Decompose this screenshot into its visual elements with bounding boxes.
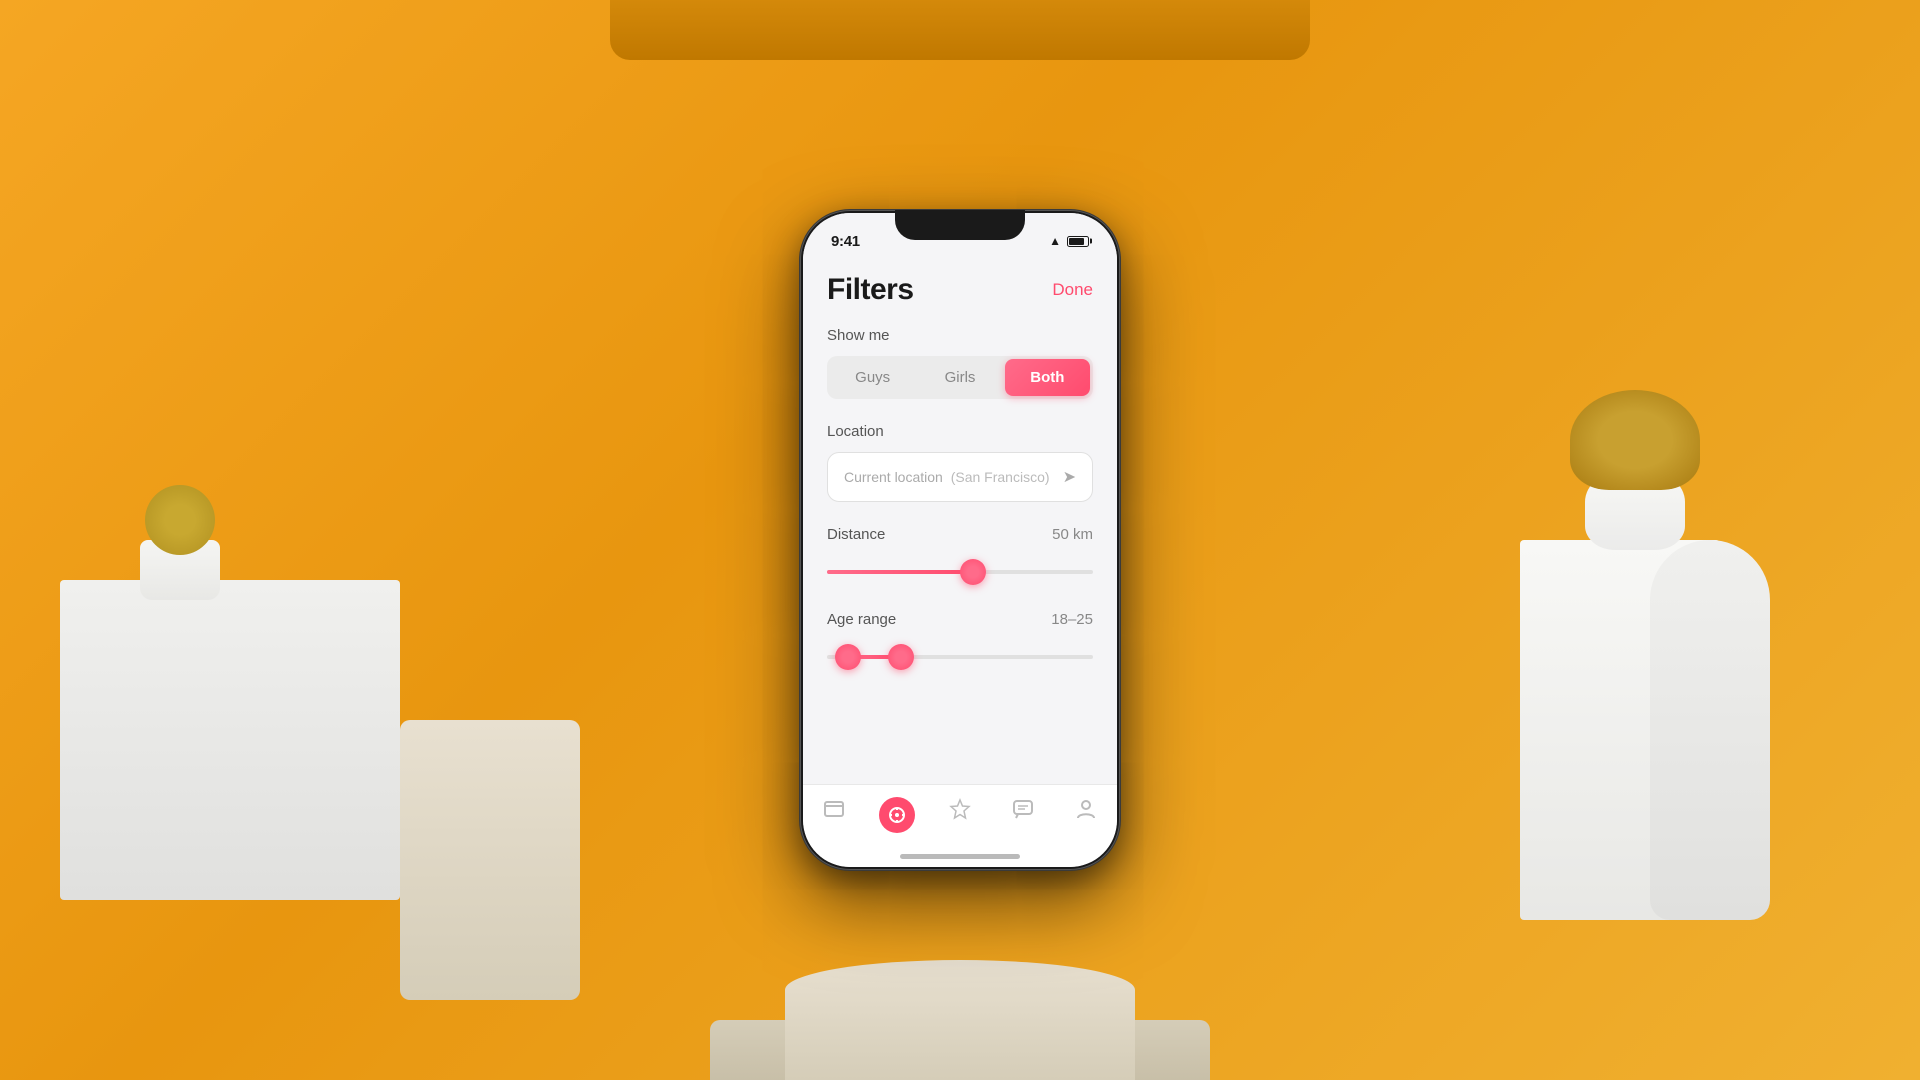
show-me-section: Show me Guys Girls Both — [827, 327, 1093, 399]
app-header: Filters Done — [827, 257, 1093, 327]
age-thumb-min[interactable] — [835, 644, 861, 670]
home-indicator — [900, 854, 1020, 859]
location-label: Location — [827, 423, 1093, 440]
age-range-section: Age range 18–25 — [827, 611, 1093, 672]
deco-statue — [1630, 540, 1790, 920]
gender-toggle-group: Guys Girls Both — [827, 356, 1093, 399]
cards-icon — [822, 797, 846, 821]
favorites-icon — [948, 797, 972, 821]
deco-pedestal — [785, 960, 1135, 1080]
phone-device: 9:41 ▲ Filters Done Show me — [800, 210, 1120, 870]
messages-icon — [1011, 797, 1035, 821]
distance-section: Distance 50 km — [827, 526, 1093, 587]
nav-item-favorites[interactable] — [935, 797, 985, 821]
location-arrow-icon: ➤ — [1063, 467, 1076, 487]
age-value: 18–25 — [1051, 611, 1093, 628]
page-title: Filters — [827, 273, 914, 307]
toggle-both[interactable]: Both — [1005, 359, 1090, 396]
age-slider[interactable] — [827, 642, 1093, 672]
distance-thumb[interactable] — [960, 559, 986, 585]
toggle-guys[interactable]: Guys — [830, 359, 915, 396]
location-text: Current location (San Francisco) — [844, 469, 1050, 485]
distance-header: Distance 50 km — [827, 526, 1093, 543]
explore-active-indicator — [879, 797, 915, 833]
deco-left-shelf — [60, 580, 400, 900]
age-track — [827, 655, 1093, 659]
show-me-label: Show me — [827, 327, 1093, 344]
nav-item-cards[interactable] — [809, 797, 859, 821]
deco-cylinder — [400, 720, 580, 1000]
battery-icon — [1067, 236, 1089, 247]
status-time: 9:41 — [831, 233, 860, 250]
screen-content: Filters Done Show me Guys Girls Both Loc… — [803, 257, 1117, 784]
distance-value: 50 km — [1052, 526, 1093, 543]
toggle-girls[interactable]: Girls — [917, 359, 1002, 396]
profile-icon — [1074, 797, 1098, 821]
nav-item-explore[interactable] — [872, 797, 922, 833]
deco-pot-right — [1570, 400, 1700, 550]
wifi-icon: ▲ — [1049, 234, 1061, 248]
location-section: Location Current location (San Francisco… — [827, 423, 1093, 502]
nav-item-messages[interactable] — [998, 797, 1048, 821]
age-thumb-max[interactable] — [888, 644, 914, 670]
explore-icon — [885, 803, 909, 827]
battery-fill — [1069, 238, 1084, 245]
age-header: Age range 18–25 — [827, 611, 1093, 628]
location-field[interactable]: Current location (San Francisco) ➤ — [827, 452, 1093, 502]
distance-fill — [827, 570, 973, 574]
phone-screen: 9:41 ▲ Filters Done Show me — [803, 213, 1117, 867]
age-label: Age range — [827, 611, 896, 628]
distance-slider[interactable] — [827, 557, 1093, 587]
status-icons: ▲ — [1049, 234, 1089, 248]
distance-label: Distance — [827, 526, 885, 543]
done-button[interactable]: Done — [1052, 280, 1093, 300]
deco-plant-left — [130, 490, 230, 600]
phone-notch — [895, 210, 1025, 240]
nav-item-profile[interactable] — [1061, 797, 1111, 821]
phone-wrapper: 9:41 ▲ Filters Done Show me — [800, 210, 1120, 870]
deco-table-top — [610, 0, 1310, 60]
